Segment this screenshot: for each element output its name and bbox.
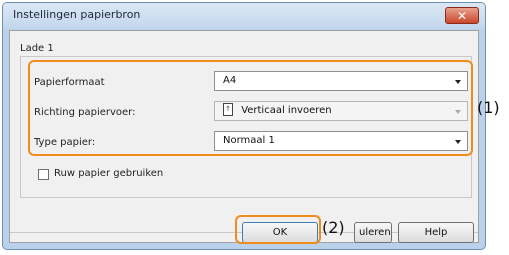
group-label: Lade 1 <box>20 43 54 54</box>
callout-1: (1) <box>477 98 500 117</box>
title-bar[interactable]: Instellingen papierbron ✕ <box>3 3 485 29</box>
settings-highlight <box>28 60 473 156</box>
callout-2: (2) <box>322 218 345 237</box>
rough-paper-label: Ruw papier gebruiken <box>54 168 164 179</box>
window-title: Instellingen papierbron <box>13 8 141 21</box>
help-button[interactable]: Help <box>398 222 474 243</box>
rough-paper-checkbox[interactable] <box>38 169 49 180</box>
help-button-label: Help <box>424 227 448 238</box>
cancel-button[interactable]: uleren <box>354 222 392 243</box>
close-icon: ✕ <box>456 9 468 23</box>
close-button[interactable]: ✕ <box>445 7 479 24</box>
cancel-button-label: uleren <box>359 227 391 238</box>
ok-highlight <box>235 215 321 244</box>
